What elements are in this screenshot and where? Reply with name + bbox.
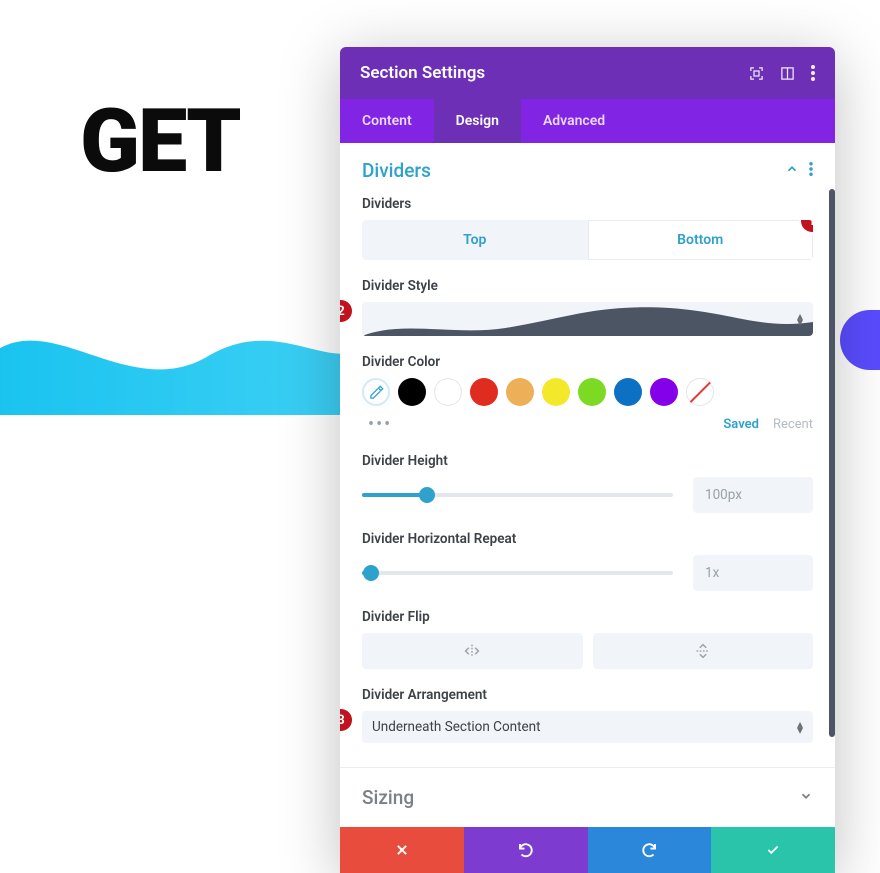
dividers-position-label: Dividers <box>362 196 813 212</box>
tabs-bar: Content Design Advanced <box>340 99 835 143</box>
divider-style-label: Divider Style <box>362 278 813 294</box>
dividers-position-segmented: Top Bottom 1 <box>362 220 813 260</box>
chevron-down-icon[interactable] <box>799 788 813 807</box>
columns-icon[interactable] <box>780 66 795 81</box>
dividers-bottom-button[interactable]: Bottom <box>588 220 814 260</box>
more-colors-icon[interactable]: ••• <box>362 414 392 435</box>
section-dividers-header[interactable]: Dividers <box>340 143 835 196</box>
divider-arrangement-group: Divider Arrangement Underneath Section C… <box>340 687 835 767</box>
swatch-orange[interactable] <box>506 378 534 406</box>
divider-style-select[interactable]: ▴▾ <box>362 302 813 336</box>
expand-icon[interactable] <box>749 66 764 81</box>
swatch-yellow[interactable] <box>542 378 570 406</box>
kebab-menu-icon[interactable] <box>811 65 815 81</box>
dividers-position-group: Dividers Top Bottom 1 <box>340 196 835 278</box>
divider-height-value[interactable]: 100px <box>693 477 813 513</box>
scrollbar[interactable] <box>829 189 835 737</box>
tab-advanced[interactable]: Advanced <box>521 99 627 143</box>
color-swatches <box>362 378 813 406</box>
recent-colors-tab[interactable]: Recent <box>773 417 813 432</box>
confirm-button[interactable] <box>711 827 835 873</box>
chevron-up-icon[interactable] <box>785 161 799 180</box>
swatch-green[interactable] <box>578 378 606 406</box>
divider-arrangement-label: Divider Arrangement <box>362 687 813 703</box>
panel-title: Section Settings <box>360 63 485 83</box>
background-wave-right <box>840 310 880 370</box>
divider-color-label: Divider Color <box>362 354 813 370</box>
swatch-white[interactable] <box>434 378 462 406</box>
background-headline: GET <box>80 90 240 193</box>
tab-design[interactable]: Design <box>434 99 521 143</box>
swatch-black[interactable] <box>398 378 426 406</box>
redo-button[interactable] <box>588 827 712 873</box>
slider-thumb[interactable] <box>363 565 379 581</box>
swatch-none[interactable] <box>686 378 714 406</box>
kebab-menu-icon[interactable] <box>809 161 813 180</box>
dividers-top-button[interactable]: Top <box>362 220 588 260</box>
settings-panel: Section Settings Content Design Advanced… <box>340 47 835 873</box>
divider-arrangement-value: Underneath Section Content <box>372 719 541 735</box>
flip-horizontal-button[interactable] <box>362 633 583 669</box>
swatch-blue[interactable] <box>614 378 642 406</box>
divider-repeat-slider[interactable] <box>362 571 673 575</box>
annotation-3: 3 <box>340 709 352 731</box>
undo-button[interactable] <box>464 827 588 873</box>
cancel-button[interactable] <box>340 827 464 873</box>
annotation-2: 2 <box>340 300 352 322</box>
divider-repeat-group: Divider Horizontal Repeat 1x <box>340 531 835 609</box>
background-wave-left <box>0 295 370 415</box>
section-sizing-header[interactable]: Sizing <box>340 768 835 827</box>
tab-content[interactable]: Content <box>340 99 434 143</box>
divider-color-group: Divider Color ••• Saved Recent <box>340 354 835 453</box>
swatch-red[interactable] <box>470 378 498 406</box>
panel-header: Section Settings <box>340 47 835 99</box>
divider-flip-label: Divider Flip <box>362 609 813 625</box>
divider-flip-group: Divider Flip <box>340 609 835 687</box>
panel-footer <box>340 827 835 873</box>
divider-height-label: Divider Height <box>362 453 813 469</box>
divider-repeat-label: Divider Horizontal Repeat <box>362 531 813 547</box>
divider-repeat-value[interactable]: 1x <box>693 555 813 591</box>
panel-body: Dividers Dividers Top Bottom 1 Divider S… <box>340 143 835 827</box>
saved-colors-tab[interactable]: Saved <box>723 417 759 432</box>
divider-height-slider[interactable] <box>362 493 673 497</box>
eyedropper-button[interactable] <box>362 378 390 406</box>
section-dividers-title: Dividers <box>362 159 431 182</box>
slider-thumb[interactable] <box>419 487 435 503</box>
divider-style-group: Divider Style ▴▾ 2 <box>340 278 835 354</box>
swatch-purple[interactable] <box>650 378 678 406</box>
section-sizing-title: Sizing <box>362 786 414 809</box>
divider-height-group: Divider Height 100px <box>340 453 835 531</box>
divider-arrangement-select[interactable]: Underneath Section Content ▴▾ <box>362 711 813 743</box>
flip-vertical-button[interactable] <box>593 633 814 669</box>
